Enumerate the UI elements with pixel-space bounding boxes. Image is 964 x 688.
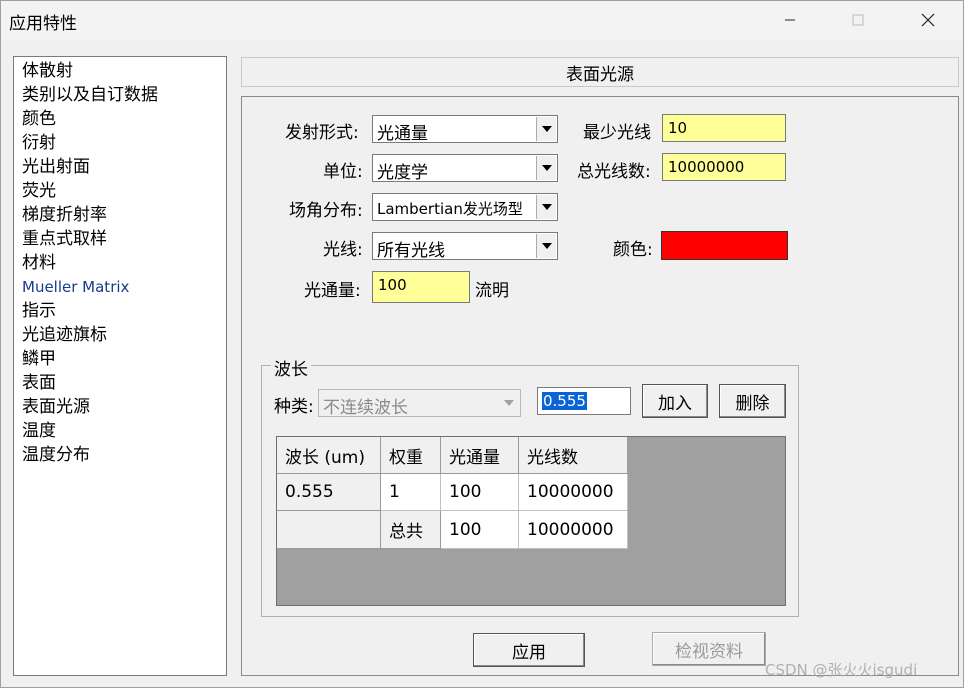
sidebar-item-mueller-matrix[interactable]: Mueller Matrix — [22, 275, 129, 299]
wavelength-input-value: 0.555 — [542, 392, 587, 410]
sidebar-item-scales[interactable]: 鳞甲 — [22, 347, 56, 371]
maximize-button — [835, 1, 881, 39]
table-row-header — [277, 511, 381, 549]
sidebar-item-ray-trace-flags[interactable]: 光追迹旗标 — [22, 323, 107, 347]
sidebar-item-class-custom-data[interactable]: 类别以及自订数据 — [22, 83, 158, 107]
table-row-header[interactable]: 0.555 — [277, 474, 381, 511]
rays-select[interactable]: 所有光线 — [372, 232, 558, 261]
unit-select[interactable]: 光度学 — [372, 154, 558, 183]
flux-unit-label: 流明 — [475, 281, 509, 301]
sidebar-item-surface-source[interactable]: 表面光源 — [22, 395, 90, 419]
angular-distribution-select[interactable]: Lambertian发光场型 — [372, 193, 558, 221]
minimize-button[interactable] — [767, 1, 813, 39]
maximize-icon — [852, 14, 864, 26]
flux-input[interactable]: 100 — [372, 271, 470, 303]
angular-distribution-value: Lambertian发光场型 — [377, 200, 523, 218]
table-cell-total-flux: 100 — [441, 511, 519, 549]
category-list[interactable]: 体散射 类别以及自订数据 颜色 衍射 光出射面 荧光 梯度折射率 重点式取样 材… — [13, 56, 227, 676]
table-cell[interactable]: 100 — [441, 474, 519, 511]
view-data-button: 检视资料 — [652, 632, 766, 666]
min-rays-value: 10 — [668, 119, 688, 137]
total-rays-value: 10000000 — [668, 158, 745, 176]
sidebar-item-temperature[interactable]: 温度 — [22, 419, 56, 443]
unit-label: 单位: — [323, 162, 363, 182]
min-rays-label: 最少光线 — [583, 123, 651, 143]
wavelength-type-label: 种类: — [274, 397, 314, 417]
chevron-down-icon — [499, 391, 519, 415]
close-button[interactable] — [905, 1, 951, 39]
window-title: 应用特性 — [9, 14, 77, 34]
sidebar-item-indication[interactable]: 指示 — [22, 299, 56, 323]
flux-label: 光通量: — [304, 281, 361, 301]
table-cell[interactable]: 1 — [381, 474, 441, 511]
wavelength-group-title: 波长 — [271, 355, 311, 380]
sidebar-item-volume-scatter[interactable]: 体散射 — [22, 59, 73, 83]
sidebar-item-surface[interactable]: 表面 — [22, 371, 56, 395]
chevron-down-icon[interactable] — [536, 234, 556, 258]
wavelength-input[interactable]: 0.555 — [537, 387, 631, 415]
rays-label: 光线: — [323, 240, 363, 260]
wavelength-type-select: 不连续波长 — [318, 389, 521, 418]
sidebar-item-exit-surface[interactable]: 光出射面 — [22, 155, 90, 179]
apply-button[interactable]: 应用 — [473, 633, 585, 667]
unit-value: 光度学 — [377, 163, 428, 183]
sidebar-item-importance-sampling[interactable]: 重点式取样 — [22, 227, 107, 251]
table-cell-total-rays: 10000000 — [519, 511, 628, 549]
table-header-flux[interactable]: 光通量 — [441, 437, 519, 474]
panel-title: 表面光源 — [241, 57, 959, 87]
table-header-weight[interactable]: 权重 — [381, 437, 441, 474]
sidebar-item-diffraction[interactable]: 衍射 — [22, 131, 56, 155]
delete-wavelength-button[interactable]: 删除 — [719, 384, 786, 418]
wavelength-type-value: 不连续波长 — [323, 398, 408, 418]
angular-distribution-label: 场角分布: — [289, 201, 363, 221]
table-cell[interactable]: 10000000 — [519, 474, 628, 511]
dialog-window: 应用特性 体散射 类别以及自订数据 颜色 衍射 光出射面 荧光 梯度折射率 重点… — [0, 0, 964, 688]
rays-value: 所有光线 — [377, 241, 445, 261]
table-header-ray-count[interactable]: 光线数 — [519, 437, 628, 474]
emission-type-value: 光通量 — [377, 124, 428, 144]
emission-type-select[interactable]: 光通量 — [372, 115, 558, 144]
sidebar-item-temperature-distribution[interactable]: 温度分布 — [22, 443, 90, 467]
title-bar: 应用特性 — [1, 1, 963, 41]
add-wavelength-button[interactable]: 加入 — [642, 384, 708, 418]
watermark: CSDN @张火火isgudi — [765, 661, 918, 679]
flux-input-value: 100 — [378, 276, 407, 294]
sidebar-item-material[interactable]: 材料 — [22, 251, 56, 275]
sidebar-item-fluorescence[interactable]: 荧光 — [22, 179, 56, 203]
total-rays-input[interactable]: 10000000 — [662, 153, 786, 181]
minimize-icon — [785, 19, 795, 21]
chevron-down-icon[interactable] — [536, 156, 556, 180]
min-rays-input[interactable]: 10 — [662, 114, 786, 142]
color-swatch[interactable] — [661, 231, 788, 260]
table-header-wavelength[interactable]: 波长 (um) — [277, 437, 381, 474]
total-rays-label: 总光线数: — [577, 162, 651, 182]
close-icon — [921, 13, 935, 27]
sidebar-item-color[interactable]: 颜色 — [22, 107, 56, 131]
sidebar-item-gradient-index[interactable]: 梯度折射率 — [22, 203, 107, 227]
color-label: 颜色: — [613, 240, 653, 260]
emission-type-label: 发射形式: — [285, 123, 359, 143]
table-total-label: 总共 — [381, 511, 441, 549]
chevron-down-icon[interactable] — [536, 195, 556, 219]
chevron-down-icon[interactable] — [536, 117, 556, 141]
